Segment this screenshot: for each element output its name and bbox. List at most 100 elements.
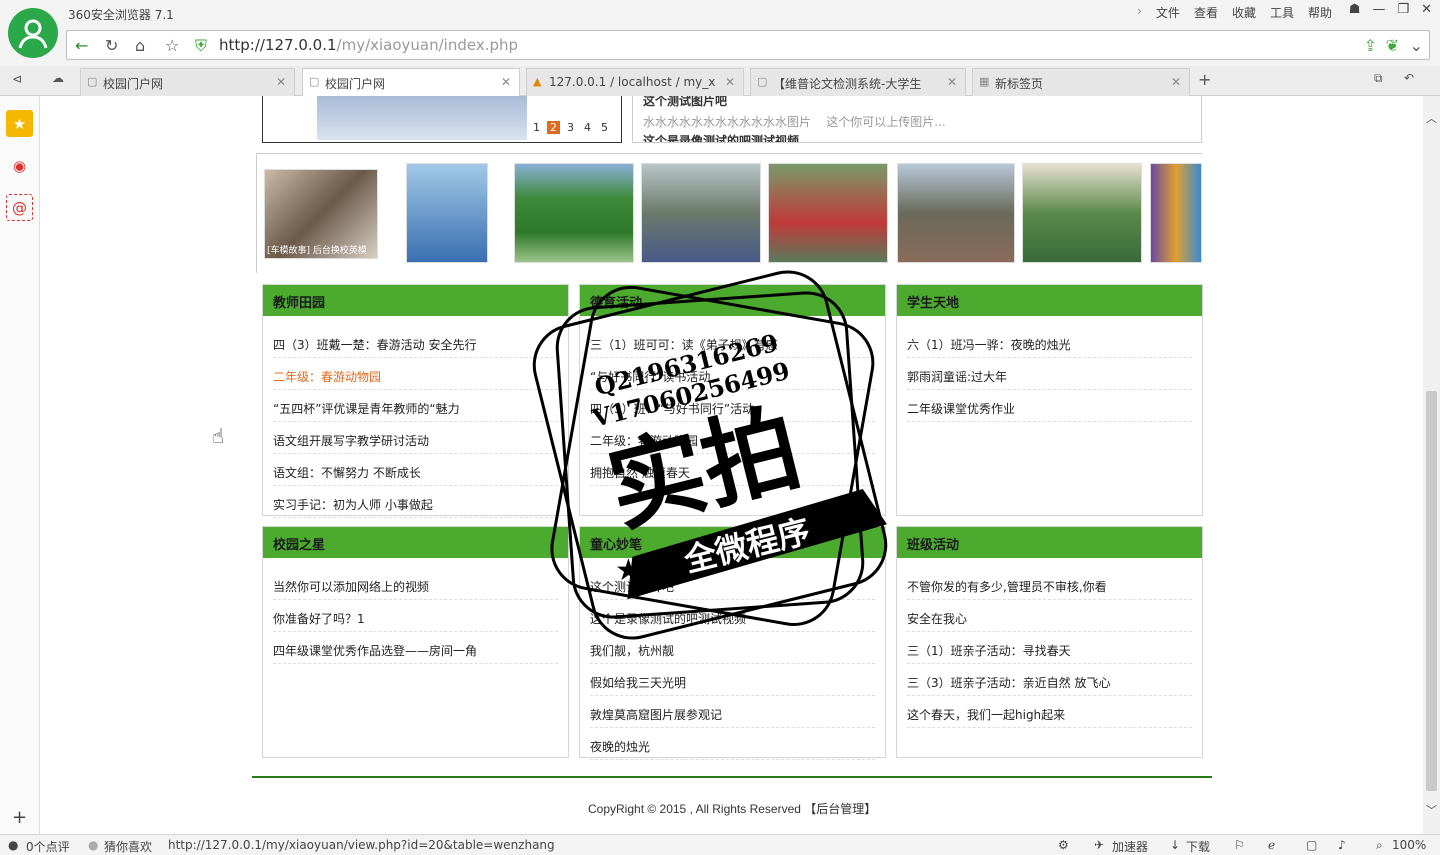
minimize-button[interactable]: — [1372,2,1385,17]
section-item[interactable]: 六（1）班冯一骅：夜晚的烛光 [907,326,1192,358]
section-item[interactable]: “五四杯”评优课是青年教师的“魅力 [273,390,558,422]
chevron-right-icon[interactable]: › [1137,4,1142,21]
section-item[interactable]: 这个是录像测试的吧测试视频 [590,600,875,632]
add-sidebar-button[interactable]: + [6,804,33,831]
share-icon[interactable]: ⇪ [1364,36,1377,55]
section-item[interactable]: 四年级课堂优秀作品选登——房间一角 [273,632,558,664]
accelerator[interactable]: 加速器 [1112,838,1148,855]
photo-1[interactable]: [车模故事] 后台换校英模 [264,169,378,259]
section-item[interactable]: 假如给我三天光明 [590,664,875,696]
section-item[interactable]: 敦煌莫高窟图片展参观记 [590,696,875,728]
tab-5[interactable]: ▦ 新标签页 ✕ [972,68,1190,96]
section-item[interactable]: 语文组开展写字教学研讨活动 [273,422,558,454]
news-title[interactable]: 这个测试图片吧 [643,96,727,109]
section-item[interactable]: 二年级课堂优秀作业 [907,390,1192,422]
section-item[interactable]: 四（3）班戴一楚：春游活动 安全先行 [273,326,558,358]
section-item[interactable]: 三（1）班亲子活动：寻找春天 [907,632,1192,664]
refresh-icon[interactable]: ↻ [105,36,118,55]
leaf-icon[interactable]: ❦ [1386,36,1399,55]
menu-file[interactable]: 文件 [1156,4,1180,21]
tab-1[interactable]: ▢ 校园门户网 ✕ [80,68,295,96]
star-icon[interactable]: ☆ [165,36,179,55]
scroll-down-icon[interactable]: ﹀ [1426,802,1437,818]
section-item[interactable]: 夜晚的烛光 [590,728,875,760]
zoom-icon[interactable]: ⌕ [1376,838,1383,853]
photo-7[interactable] [1022,163,1142,263]
flag-icon[interactable]: ⚐ [1234,838,1245,852]
rocket-icon[interactable]: ✈ [1094,838,1104,852]
section-title[interactable]: 德育活动 [580,285,885,316]
admin-link[interactable]: 【后台管理】 [804,802,876,816]
pager-4[interactable]: 4 [581,121,594,134]
section-item[interactable]: “与好书同行”读书活动 [590,358,875,390]
weibo-icon[interactable]: ◉ [6,152,33,179]
menu-view[interactable]: 查看 [1194,4,1218,21]
tab-2[interactable]: ▢ 校园门户网 ✕ [302,68,520,97]
comment-icon[interactable]: ● [8,838,18,852]
close-icon[interactable]: ✕ [1171,75,1181,89]
section-item[interactable]: 这个春天，我们一起high起来 [907,696,1192,728]
pager-1[interactable]: 1 [530,121,543,134]
section-item[interactable]: 郭雨润童谣:过大年 [907,358,1192,390]
close-icon[interactable]: ✕ [725,75,735,89]
section-item[interactable]: 三（3）班亲子活动：亲近自然 放飞心 [907,664,1192,696]
comments-count[interactable]: 0个点评 [26,838,70,855]
favorites-star-icon[interactable]: ★ [6,110,33,137]
browser-logo[interactable] [8,8,58,58]
pager-3[interactable]: 3 [564,121,577,134]
photo-4[interactable] [641,163,761,263]
home-icon[interactable]: ⌂ [135,36,145,55]
pager-5[interactable]: 5 [598,121,611,134]
menu-tools[interactable]: 工具 [1270,4,1294,21]
scroll-thumb[interactable] [1426,391,1437,791]
section-item[interactable]: 二年级：春游动物园 [273,358,558,390]
settings-icon[interactable]: ⚙ [1058,838,1069,852]
vertical-scrollbar[interactable]: ︿ ﹀ [1423,96,1440,834]
section-item[interactable]: 当然你可以添加网络上的视频 [273,568,558,600]
section-item[interactable]: 实习手记：初为人师 小事做起 [273,486,558,518]
photo-6[interactable] [897,163,1015,263]
close-icon[interactable]: ✕ [946,75,957,89]
photo-8[interactable] [1150,163,1202,263]
section-item[interactable]: 语文组：不懈努力 不断成长 [273,454,558,486]
tab-list-icon[interactable]: ⧉ [1374,71,1383,86]
download-label[interactable]: 下载 [1186,838,1210,855]
ie-icon[interactable]: ℯ [1268,838,1275,852]
undo-close-icon[interactable]: ↶ [1404,71,1414,85]
back-arrow-icon[interactable]: ← [75,36,88,55]
section-title[interactable]: 学生天地 [897,285,1202,316]
guess-like[interactable]: 猜你喜欢 [104,838,152,855]
maximize-button[interactable]: ❐ [1397,2,1409,17]
menu-help[interactable]: 帮助 [1308,4,1332,21]
section-item[interactable]: 这个测试图片吧 [590,568,875,600]
section-item[interactable]: 三（1）班可可：读《弟子规》有感 [590,326,875,358]
section-item[interactable]: 安全在我心 [907,600,1192,632]
section-title[interactable]: 童心妙笔 [580,527,885,558]
window-icon[interactable]: ▢ [1306,838,1317,852]
address-bar[interactable]: ← ↻ ⌂ ☆ ⛨ http://127.0.0.1/my/xiaoyuan/i… [66,30,1430,60]
menu-favorites[interactable]: 收藏 [1232,4,1256,21]
section-item[interactable]: 你准备好了吗？1 [273,600,558,632]
section-title[interactable]: 教师田园 [263,285,568,316]
section-title[interactable]: 班级活动 [897,527,1202,558]
section-title[interactable]: 校园之星 [263,527,568,558]
section-item[interactable]: 不管你发的有多少,管理员不审核,你看 [907,568,1192,600]
chevron-down-icon[interactable]: ⌄ [1410,36,1423,55]
section-item[interactable]: 四（3）班：“与好书同行”活动 [590,390,875,422]
tab-3[interactable]: ▲ 127.0.0.1 / localhost / my_x ✕ [526,68,744,96]
url-text[interactable]: http://127.0.0.1/my/xiaoyuan/index.php [219,36,518,54]
pager-2[interactable]: 2 [547,121,560,134]
sound-icon[interactable]: ♪ [1338,838,1346,852]
zoom-level[interactable]: 100% [1392,838,1426,852]
photo-2[interactable] [406,163,488,263]
scroll-up-icon[interactable]: ︿ [1426,110,1437,126]
cloud-icon[interactable]: ☁ [52,71,64,85]
news-title-2[interactable]: 这个是录像测试的吧测试视频 [643,132,799,142]
shirt-icon[interactable]: ☗ [1349,2,1361,17]
section-item[interactable]: 二年级：春游动物园 [590,422,875,454]
mail-icon[interactable]: @ [6,194,33,221]
section-item[interactable]: 拥抱自然 触摸春天 [590,454,875,486]
close-icon[interactable]: ✕ [501,75,511,89]
new-tab-button[interactable]: + [1198,70,1211,89]
tab-4[interactable]: ▢ 【维普论文检测系统-大学生 ✕ [750,68,966,96]
